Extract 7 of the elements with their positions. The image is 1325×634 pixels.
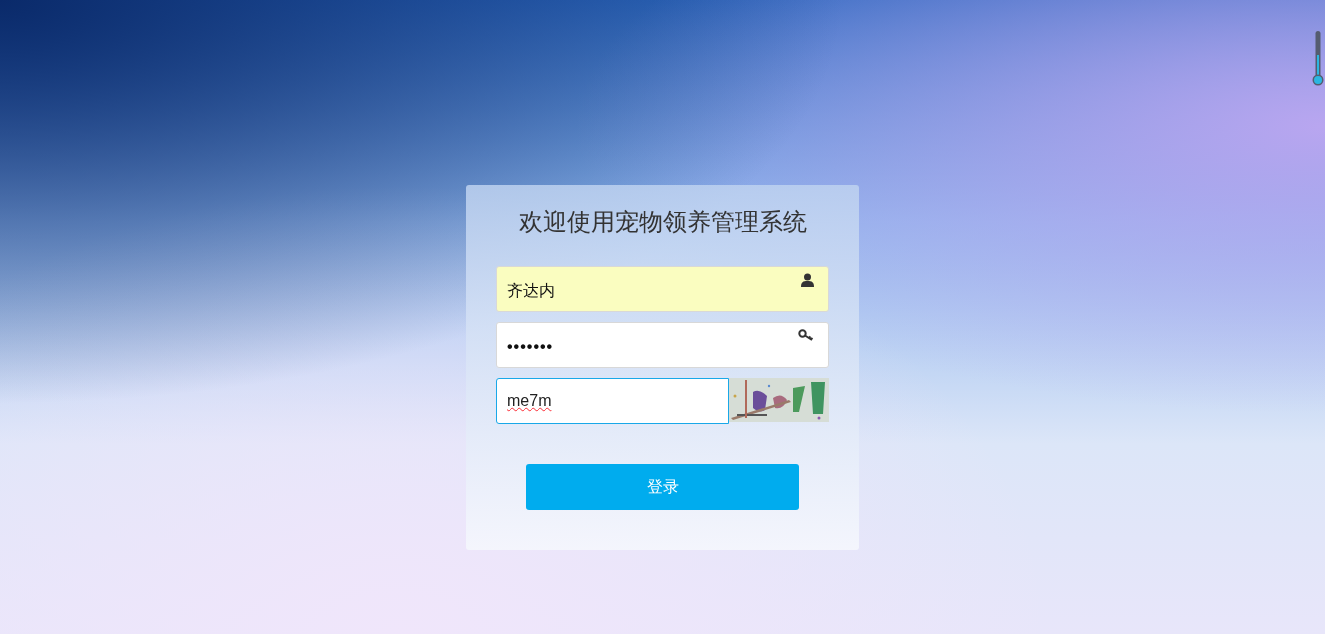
thermometer-icon [1312, 30, 1324, 87]
key-icon [798, 329, 814, 342]
password-field[interactable]: ••••••• [496, 322, 829, 368]
login-title: 欢迎使用宠物领养管理系统 [517, 207, 808, 237]
user-icon [801, 273, 814, 287]
username-field[interactable]: 齐达内 [496, 266, 829, 312]
captcha-field[interactable]: me7m [496, 378, 729, 424]
